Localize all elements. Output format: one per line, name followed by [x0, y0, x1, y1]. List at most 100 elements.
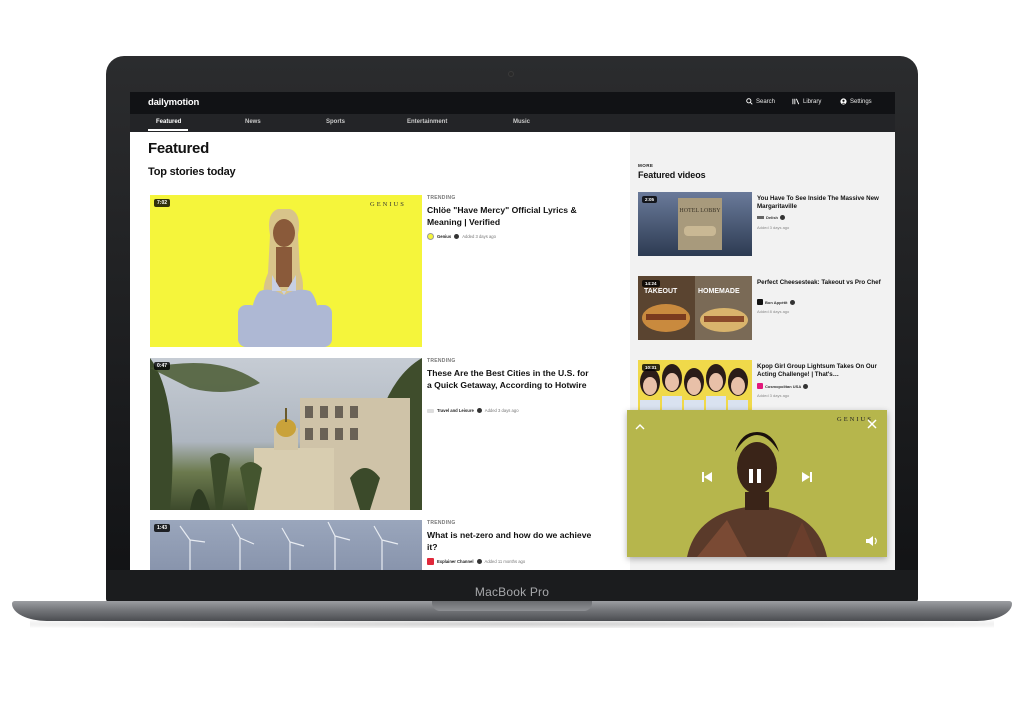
city-hall-illustration [150, 358, 422, 510]
dailymotion-logo[interactable]: dailymotion [148, 97, 199, 108]
added-date: Added 3 days ago [462, 234, 496, 239]
laptop-shadow [30, 620, 994, 628]
volume-icon [866, 536, 877, 546]
video-thumbnail[interactable]: TAKEOUT HOMEMADE 14:24 [638, 276, 752, 340]
story-meta: Genius Added 3 days ago [427, 233, 496, 240]
trending-tag: TRENDING [427, 520, 456, 526]
wind-turbines-illustration [179, 521, 399, 570]
verified-icon [476, 559, 482, 564]
channel-logo [427, 233, 434, 240]
channel-logo [427, 558, 434, 565]
video-title[interactable]: Kpop Girl Group Lightsum Takes On Our Ac… [757, 363, 882, 380]
library-icon [792, 98, 800, 105]
section-title: Top stories today [148, 166, 236, 178]
verified-icon [780, 215, 786, 220]
added-date: Added 8 days ago [757, 309, 790, 314]
page-title: Featured [148, 140, 209, 157]
person-illustration [238, 209, 332, 347]
camera [508, 71, 514, 77]
settings-button[interactable]: Settings [840, 98, 872, 105]
channel-logo [427, 408, 434, 413]
library-label: Library [803, 98, 822, 105]
story-card[interactable]: 1:43 TRENDING What is net-zero and how d… [150, 520, 620, 570]
close-button[interactable] [867, 416, 877, 434]
story-card[interactable]: GENIUS 7:02 TRENDING Chlöe "Have Mercy" … [150, 195, 620, 347]
tab-sports[interactable]: Sports [326, 119, 345, 125]
duration-badge: 7:02 [154, 199, 171, 207]
trending-tag: TRENDING [427, 358, 456, 364]
more-label: MORE [638, 163, 654, 168]
screen: dailymotion Search Library Settings Feat… [130, 92, 895, 570]
user-icon [840, 98, 847, 105]
featured-videos-title[interactable]: Featured videos [638, 170, 706, 180]
pause-button[interactable] [747, 468, 763, 489]
story-card[interactable]: 0:47 TRENDING These Are the Best Cities … [150, 358, 620, 510]
pause-icon [749, 469, 761, 483]
homemade-label: HOMEMADE [698, 288, 740, 295]
mini-player[interactable]: GENIUS [627, 410, 887, 557]
verified-icon [476, 408, 482, 413]
top-bar: dailymotion Search Library Settings [130, 92, 895, 114]
video-title[interactable]: Perfect Cheesesteak: Takeout vs Pro Chef [757, 279, 882, 287]
channel-logo [757, 383, 763, 389]
video-meta: Delish [757, 215, 786, 220]
featured-video-card[interactable]: HOTEL LOBBY 2:05 You Have To See Inside … [638, 192, 888, 256]
channel-logo [757, 299, 763, 305]
video-meta: Cosmopolitan USA [757, 383, 809, 389]
added-date: Added 3 days ago [484, 408, 519, 413]
duration-badge: 2:05 [642, 196, 658, 203]
channel-name[interactable]: Genius [437, 234, 451, 239]
tab-news[interactable]: News [245, 119, 261, 125]
video-thumbnail[interactable]: HOTEL LOBBY 2:05 [638, 192, 752, 256]
duration-badge: 14:24 [642, 280, 660, 287]
channel-name[interactable]: Delish [766, 215, 778, 220]
story-thumbnail[interactable]: 1:43 [150, 520, 422, 570]
tab-featured[interactable]: Featured [156, 119, 181, 125]
skip-previous-icon [702, 472, 712, 482]
added-date: Added 11 months ago [484, 559, 526, 564]
video-meta: Bon Appétit [757, 299, 795, 305]
close-icon [867, 419, 877, 429]
story-meta: Travel and Leisure Added 3 days ago [427, 408, 519, 413]
search-icon [746, 98, 753, 105]
genius-watermark: GENIUS [370, 201, 406, 208]
next-button[interactable] [801, 470, 813, 488]
story-title[interactable]: These Are the Best Cities in the U.S. fo… [427, 368, 592, 391]
trending-tag: TRENDING [427, 195, 456, 201]
search-label: Search [756, 98, 776, 105]
verified-icon [803, 383, 809, 389]
settings-label: Settings [850, 98, 872, 105]
tab-entertainment[interactable]: Entertainment [407, 119, 447, 125]
added-date: Added 3 days ago [757, 393, 790, 398]
duration-badge: 10:31 [642, 364, 660, 371]
channel-name[interactable]: Cosmopolitan USA [765, 384, 801, 389]
verified-icon [454, 234, 460, 239]
device-label: MacBook Pro [474, 585, 550, 599]
channel-logo [757, 216, 764, 219]
expand-button[interactable] [635, 418, 645, 436]
sign-text: HOTEL LOBBY [679, 208, 721, 214]
added-date: Added 3 days ago [757, 225, 790, 230]
laptop-notch [432, 601, 592, 611]
story-title[interactable]: What is net-zero and how do we achieve i… [427, 530, 592, 553]
verified-icon [789, 299, 795, 305]
skip-next-icon [802, 472, 812, 482]
library-button[interactable]: Library [792, 98, 821, 105]
tab-music[interactable]: Music [513, 119, 530, 125]
category-nav: Featured News Sports Entertainment Music [130, 114, 895, 132]
featured-video-card[interactable]: TAKEOUT HOMEMADE 14:24 Perfect Cheeseste… [638, 276, 888, 340]
story-thumbnail[interactable]: GENIUS 7:02 [150, 195, 422, 347]
takeout-label: TAKEOUT [644, 288, 678, 295]
video-title[interactable]: You Have To See Inside The Massive New M… [757, 195, 882, 212]
channel-name[interactable]: Bon Appétit [765, 300, 788, 305]
duration-badge: 0:47 [154, 362, 171, 370]
macbook-mockup: MacBook Pro dailymotion Search Library S… [0, 0, 1024, 707]
previous-button[interactable] [701, 470, 713, 488]
volume-button[interactable] [865, 534, 879, 552]
channel-name[interactable]: Explainer Channel [437, 559, 474, 564]
story-title[interactable]: Chlöe "Have Mercy" Official Lyrics & Mea… [427, 205, 592, 228]
story-thumbnail[interactable]: 0:47 [150, 358, 422, 510]
channel-name[interactable]: Travel and Leisure [437, 408, 474, 413]
search-button[interactable]: Search [746, 98, 775, 105]
chevron-up-icon [635, 424, 645, 430]
